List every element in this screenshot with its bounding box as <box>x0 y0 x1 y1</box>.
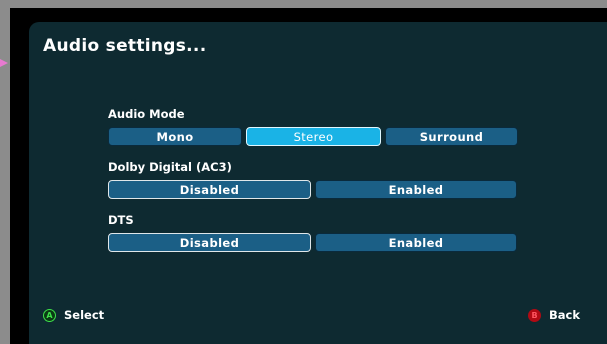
b-button-icon: B <box>528 308 541 322</box>
edge-arrow-icon <box>0 59 8 67</box>
dolby-disabled-button[interactable]: Disabled <box>108 180 311 199</box>
audio-mode-surround-button[interactable]: Surround <box>385 127 518 146</box>
a-button-icon: A <box>43 308 56 322</box>
audio-mode-label: Audio Mode <box>108 107 185 121</box>
audio-mode-stereo-button[interactable]: Stereo <box>246 127 381 146</box>
dts-label: DTS <box>108 213 134 227</box>
page-title: Audio settings... <box>43 36 207 56</box>
select-label: Select <box>64 308 105 322</box>
dts-enabled-button[interactable]: Enabled <box>315 233 517 252</box>
audio-mode-mono-button[interactable]: Mono <box>108 127 242 146</box>
dolby-label: Dolby Digital (AC3) <box>108 160 232 174</box>
select-hint[interactable]: A Select <box>43 308 104 322</box>
dolby-enabled-button[interactable]: Enabled <box>315 180 517 199</box>
back-hint[interactable]: B Back <box>528 308 580 322</box>
back-label: Back <box>549 308 580 322</box>
dts-disabled-button[interactable]: Disabled <box>108 233 311 252</box>
